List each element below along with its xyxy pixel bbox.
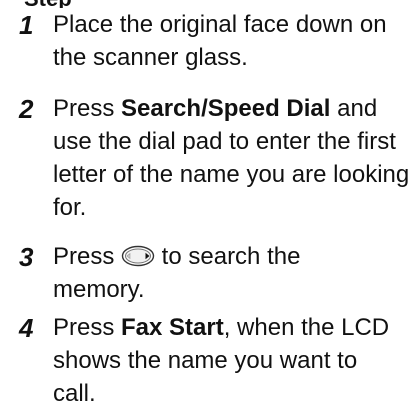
step-text: Press to search the memory.	[53, 240, 393, 306]
step-text: Press Fax Start, when the LCD shows the …	[53, 311, 403, 410]
step-text-prefix: Press	[53, 95, 122, 122]
step-number: 1	[19, 10, 34, 40]
button-name-fax-start: Fax Start	[121, 314, 224, 341]
step-number: 4	[19, 313, 34, 343]
step-text-prefix: Press	[53, 243, 122, 270]
step-number: 3	[19, 242, 34, 272]
button-name-search-speed-dial: Search/Speed Dial	[121, 95, 331, 122]
step-number: 2	[19, 94, 34, 124]
step-text-prefix: Press	[53, 314, 122, 341]
navigation-dial-right-arrow-icon	[121, 245, 155, 267]
step-text: Place the original face down on the scan…	[53, 8, 413, 74]
step-text-content: Place the original face down on the scan…	[53, 11, 387, 71]
instruction-steps: 1 Place the original face down on the sc…	[0, 0, 414, 409]
step-text: Press Search/Speed Dial and use the dial…	[53, 92, 413, 224]
